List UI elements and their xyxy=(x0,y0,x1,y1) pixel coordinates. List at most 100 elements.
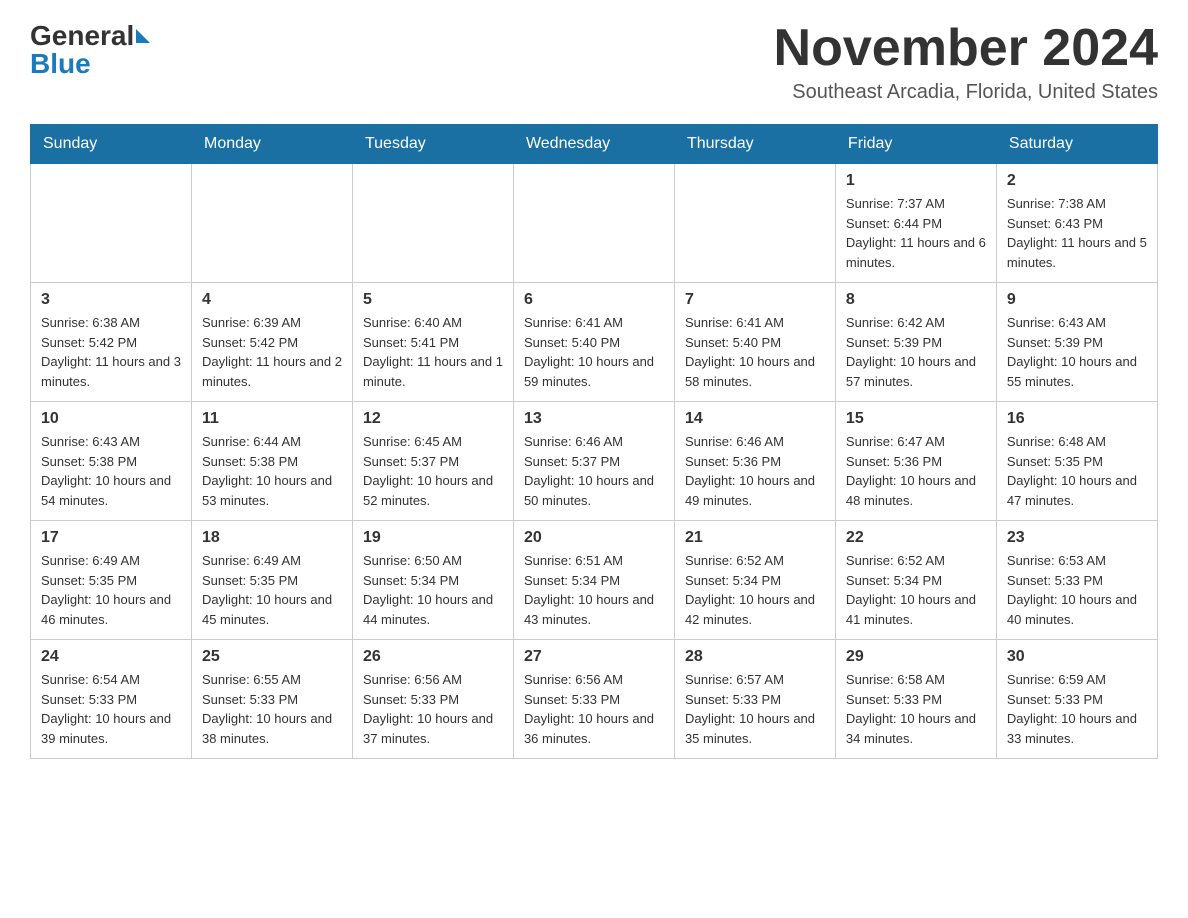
calendar-cell: 9 Sunrise: 6:43 AM Sunset: 5:39 PM Daylig… xyxy=(996,283,1157,402)
day-info: Sunrise: 6:58 AM Sunset: 5:33 PM Dayligh… xyxy=(846,670,986,748)
calendar-cell: 20 Sunrise: 6:51 AM Sunset: 5:34 PM Dayli… xyxy=(513,521,674,640)
calendar-cell: 16Sunrise: 6:48 AM Sunset: 5:35 PM Dayli… xyxy=(996,402,1157,521)
header: General Blue November 2024 Southeast Arc… xyxy=(30,20,1158,104)
calendar-cell: 5 Sunrise: 6:40 AM Sunset: 5:41 PM Daylig… xyxy=(352,283,513,402)
logo-bottom-row: Blue xyxy=(30,48,91,80)
day-number: 30 xyxy=(1007,648,1147,666)
location-title: Southeast Arcadia, Florida, United State… xyxy=(774,81,1158,104)
day-info: Sunrise: 6:43 AM Sunset: 5:39 PM Dayligh… xyxy=(1007,313,1147,391)
day-number: 2 xyxy=(1007,172,1147,190)
calendar-cell: 13Sunrise: 6:46 AM Sunset: 5:37 PM Dayli… xyxy=(513,402,674,521)
day-number: 7 xyxy=(685,291,825,309)
day-info: Sunrise: 6:56 AM Sunset: 5:33 PM Dayligh… xyxy=(363,670,503,748)
day-number: 5 xyxy=(363,291,503,309)
day-info: Sunrise: 6:57 AM Sunset: 5:33 PM Dayligh… xyxy=(685,670,825,748)
calendar-cell xyxy=(31,164,192,283)
calendar-cell: 30 Sunrise: 6:59 AM Sunset: 5:33 PM Dayli… xyxy=(996,640,1157,759)
day-number: 25 xyxy=(202,648,342,666)
week-row-2: 3 Sunrise: 6:38 AM Sunset: 5:42 PM Daylig… xyxy=(31,283,1158,402)
calendar-cell: 3 Sunrise: 6:38 AM Sunset: 5:42 PM Daylig… xyxy=(31,283,192,402)
day-header-saturday: Saturday xyxy=(996,125,1157,164)
logo-blue-text: Blue xyxy=(30,48,91,80)
week-row-5: 24 Sunrise: 6:54 AM Sunset: 5:33 PM Dayli… xyxy=(31,640,1158,759)
calendar-cell: 18Sunrise: 6:49 AM Sunset: 5:35 PM Dayli… xyxy=(191,521,352,640)
day-number: 22 xyxy=(846,529,986,547)
calendar-cell: 15 Sunrise: 6:47 AM Sunset: 5:36 PM Dayli… xyxy=(835,402,996,521)
day-info: Sunrise: 6:39 AM Sunset: 5:42 PM Dayligh… xyxy=(202,313,342,391)
day-info: Sunrise: 6:51 AM Sunset: 5:34 PM Dayligh… xyxy=(524,551,664,629)
day-number: 29 xyxy=(846,648,986,666)
day-info: Sunrise: 7:37 AM Sunset: 6:44 PM Dayligh… xyxy=(846,194,986,272)
calendar-cell: 26 Sunrise: 6:56 AM Sunset: 5:33 PM Dayli… xyxy=(352,640,513,759)
day-info: Sunrise: 6:54 AM Sunset: 5:33 PM Dayligh… xyxy=(41,670,181,748)
day-header-tuesday: Tuesday xyxy=(352,125,513,164)
week-row-1: 1 Sunrise: 7:37 AM Sunset: 6:44 PM Daylig… xyxy=(31,164,1158,283)
day-info: Sunrise: 6:40 AM Sunset: 5:41 PM Dayligh… xyxy=(363,313,503,391)
day-number: 16 xyxy=(1007,410,1147,428)
week-row-4: 17 Sunrise: 6:49 AM Sunset: 5:35 PM Dayli… xyxy=(31,521,1158,640)
calendar-cell xyxy=(352,164,513,283)
day-number: 24 xyxy=(41,648,181,666)
day-info: Sunrise: 6:38 AM Sunset: 5:42 PM Dayligh… xyxy=(41,313,181,391)
day-info: Sunrise: 6:49 AM Sunset: 5:35 PM Dayligh… xyxy=(41,551,181,629)
day-number: 3 xyxy=(41,291,181,309)
day-info: Sunrise: 6:45 AM Sunset: 5:37 PM Dayligh… xyxy=(363,432,503,510)
calendar-table: SundayMondayTuesdayWednesdayThursdayFrid… xyxy=(30,124,1158,759)
day-number: 21 xyxy=(685,529,825,547)
day-number: 10 xyxy=(41,410,181,428)
calendar-cell: 14 Sunrise: 6:46 AM Sunset: 5:36 PM Dayli… xyxy=(674,402,835,521)
logo-triangle-icon xyxy=(136,29,150,43)
day-info: Sunrise: 6:47 AM Sunset: 5:36 PM Dayligh… xyxy=(846,432,986,510)
day-number: 20 xyxy=(524,529,664,547)
day-info: Sunrise: 6:49 AM Sunset: 5:35 PM Dayligh… xyxy=(202,551,342,629)
day-info: Sunrise: 6:50 AM Sunset: 5:34 PM Dayligh… xyxy=(363,551,503,629)
day-info: Sunrise: 6:41 AM Sunset: 5:40 PM Dayligh… xyxy=(685,313,825,391)
day-info: Sunrise: 6:56 AM Sunset: 5:33 PM Dayligh… xyxy=(524,670,664,748)
day-info: Sunrise: 6:46 AM Sunset: 5:36 PM Dayligh… xyxy=(685,432,825,510)
calendar-cell: 23 Sunrise: 6:53 AM Sunset: 5:33 PM Dayli… xyxy=(996,521,1157,640)
day-number: 1 xyxy=(846,172,986,190)
day-number: 27 xyxy=(524,648,664,666)
day-info: Sunrise: 6:53 AM Sunset: 5:33 PM Dayligh… xyxy=(1007,551,1147,629)
calendar-cell: 2 Sunrise: 7:38 AM Sunset: 6:43 PM Daylig… xyxy=(996,164,1157,283)
day-number: 8 xyxy=(846,291,986,309)
day-number: 28 xyxy=(685,648,825,666)
calendar-cell: 19Sunrise: 6:50 AM Sunset: 5:34 PM Dayli… xyxy=(352,521,513,640)
day-number: 12 xyxy=(363,410,503,428)
day-info: Sunrise: 7:38 AM Sunset: 6:43 PM Dayligh… xyxy=(1007,194,1147,272)
calendar-cell: 6Sunrise: 6:41 AM Sunset: 5:40 PM Daylig… xyxy=(513,283,674,402)
calendar-cell xyxy=(191,164,352,283)
day-number: 9 xyxy=(1007,291,1147,309)
day-header-thursday: Thursday xyxy=(674,125,835,164)
week-row-3: 10 Sunrise: 6:43 AM Sunset: 5:38 PM Dayli… xyxy=(31,402,1158,521)
day-info: Sunrise: 6:59 AM Sunset: 5:33 PM Dayligh… xyxy=(1007,670,1147,748)
logo: General Blue xyxy=(30,20,152,80)
calendar-cell: 8Sunrise: 6:42 AM Sunset: 5:39 PM Daylig… xyxy=(835,283,996,402)
day-info: Sunrise: 6:44 AM Sunset: 5:38 PM Dayligh… xyxy=(202,432,342,510)
calendar-cell: 28 Sunrise: 6:57 AM Sunset: 5:33 PM Dayli… xyxy=(674,640,835,759)
title-area: November 2024 Southeast Arcadia, Florida… xyxy=(774,20,1158,104)
calendar-cell: 22Sunrise: 6:52 AM Sunset: 5:34 PM Dayli… xyxy=(835,521,996,640)
day-number: 6 xyxy=(524,291,664,309)
calendar-cell: 17 Sunrise: 6:49 AM Sunset: 5:35 PM Dayli… xyxy=(31,521,192,640)
day-header-sunday: Sunday xyxy=(31,125,192,164)
calendar-cell xyxy=(674,164,835,283)
day-info: Sunrise: 6:43 AM Sunset: 5:38 PM Dayligh… xyxy=(41,432,181,510)
day-number: 15 xyxy=(846,410,986,428)
calendar-cell: 12 Sunrise: 6:45 AM Sunset: 5:37 PM Dayli… xyxy=(352,402,513,521)
day-number: 14 xyxy=(685,410,825,428)
day-header-wednesday: Wednesday xyxy=(513,125,674,164)
calendar-cell: 4 Sunrise: 6:39 AM Sunset: 5:42 PM Daylig… xyxy=(191,283,352,402)
calendar-cell xyxy=(513,164,674,283)
day-number: 4 xyxy=(202,291,342,309)
calendar-cell: 7 Sunrise: 6:41 AM Sunset: 5:40 PM Daylig… xyxy=(674,283,835,402)
calendar-cell: 24 Sunrise: 6:54 AM Sunset: 5:33 PM Dayli… xyxy=(31,640,192,759)
day-number: 26 xyxy=(363,648,503,666)
calendar-cell: 11Sunrise: 6:44 AM Sunset: 5:38 PM Dayli… xyxy=(191,402,352,521)
calendar-cell: 21Sunrise: 6:52 AM Sunset: 5:34 PM Dayli… xyxy=(674,521,835,640)
calendar-cell: 1 Sunrise: 7:37 AM Sunset: 6:44 PM Daylig… xyxy=(835,164,996,283)
day-number: 23 xyxy=(1007,529,1147,547)
day-number: 17 xyxy=(41,529,181,547)
calendar-cell: 10 Sunrise: 6:43 AM Sunset: 5:38 PM Dayli… xyxy=(31,402,192,521)
calendar-cell: 27 Sunrise: 6:56 AM Sunset: 5:33 PM Dayli… xyxy=(513,640,674,759)
